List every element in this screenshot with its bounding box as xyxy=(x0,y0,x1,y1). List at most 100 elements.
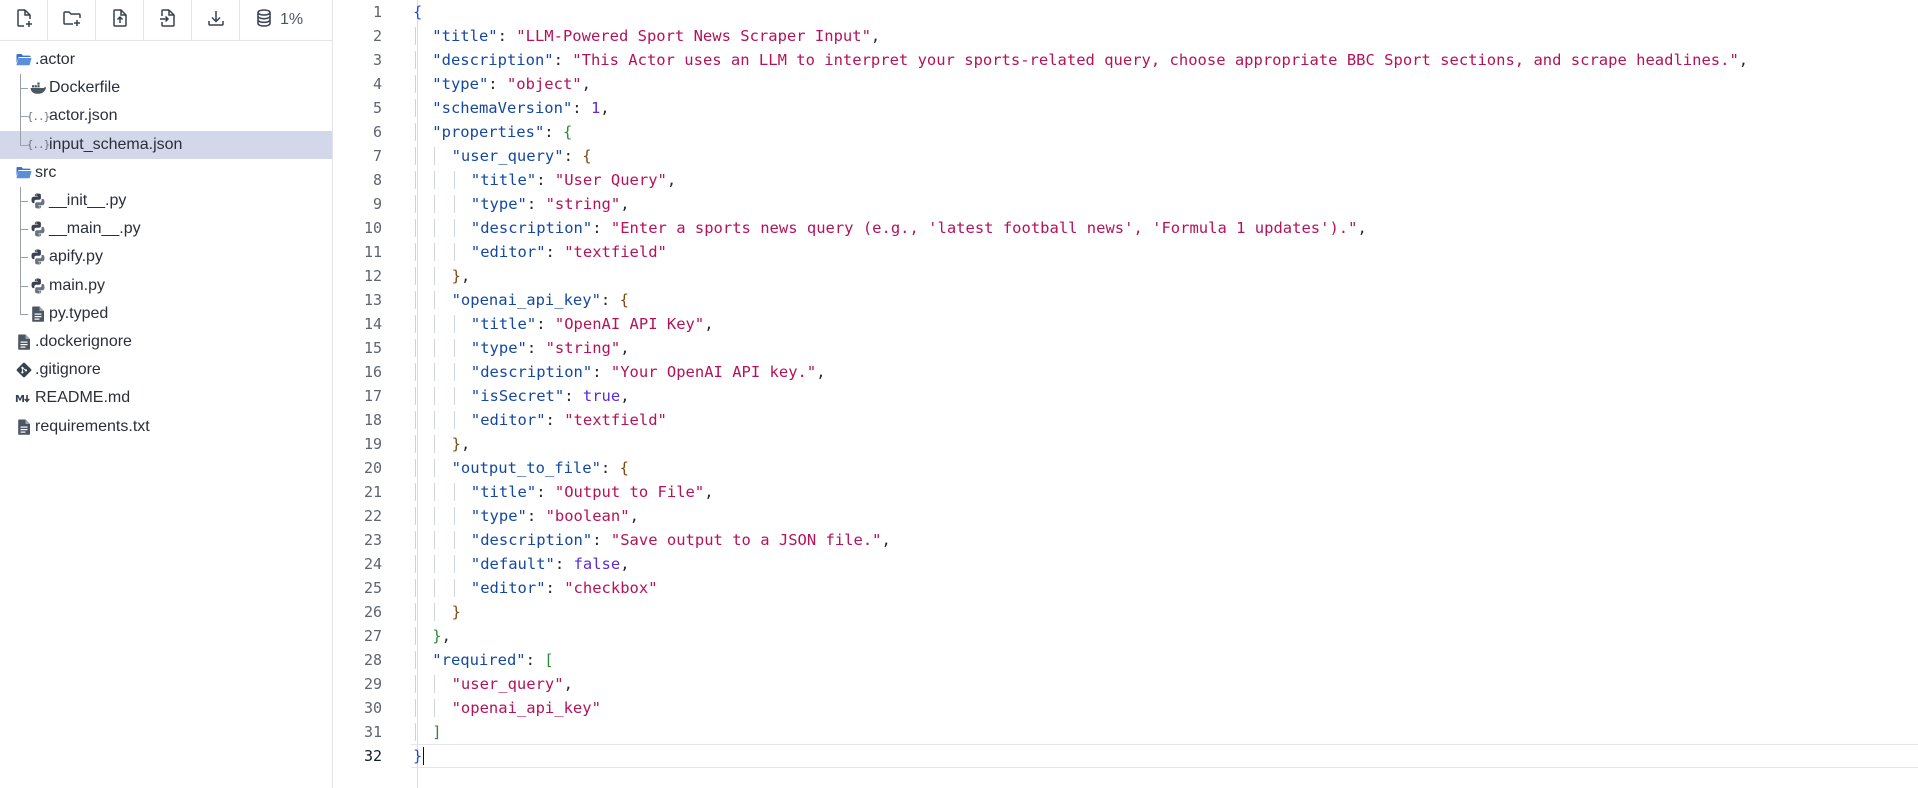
code-token: , xyxy=(704,483,714,501)
indent-guide xyxy=(415,555,416,573)
code-text: }, xyxy=(413,267,470,285)
line-number: 6 xyxy=(372,123,382,141)
code-token: "Save output to a JSON file." xyxy=(610,531,882,549)
code-token: "title" xyxy=(470,315,537,333)
code-token: "output_to_file" xyxy=(451,459,601,477)
indent-guide xyxy=(434,699,436,717)
code-token: : xyxy=(536,315,555,333)
code-text: "isSecret": true, xyxy=(413,387,630,405)
code-text: "editor": "checkbox" xyxy=(413,579,658,597)
tree-item[interactable]: requirements.txt xyxy=(0,412,332,440)
code-editor[interactable]: 1{2 "title": "LLM-Powered Sport News Scra… xyxy=(333,0,1918,788)
code-line: 18 "editor": "textfield" xyxy=(333,408,1918,432)
tree-item[interactable]: apify.py xyxy=(0,243,332,272)
upload-file-button[interactable] xyxy=(96,0,144,40)
line-number: 8 xyxy=(372,171,382,189)
indent-guide xyxy=(453,411,455,429)
line-number: 32 xyxy=(363,747,382,765)
code-line: 25 "editor": "checkbox" xyxy=(333,576,1918,600)
indent-guide xyxy=(434,243,436,261)
line-number: 11 xyxy=(363,243,382,261)
code-text: "description": "Your OpenAI API key.", xyxy=(413,363,826,381)
indent-guide xyxy=(415,51,416,69)
upload-file-icon xyxy=(110,8,130,33)
code-token: : xyxy=(488,75,507,93)
tree-item[interactable]: {..} input_schema.json xyxy=(0,130,332,159)
database-icon xyxy=(254,8,274,33)
code-token: , xyxy=(816,363,826,381)
code-token: "object" xyxy=(506,75,582,93)
indent-guide xyxy=(415,483,416,501)
tree-item[interactable]: src xyxy=(0,159,332,187)
indent-guide xyxy=(415,339,416,357)
docker-icon xyxy=(29,79,47,97)
text-cursor xyxy=(423,747,425,766)
tree-item[interactable]: M README.md xyxy=(0,384,332,412)
json-file-icon: {..} xyxy=(26,109,50,123)
code-text: "title": "OpenAI API Key", xyxy=(413,315,714,333)
tree-item[interactable]: .actor xyxy=(0,46,332,74)
import-file-button[interactable] xyxy=(144,0,192,40)
indent-guide xyxy=(453,195,455,213)
tree-item-label: .actor xyxy=(35,51,76,69)
code-token: } xyxy=(413,746,423,765)
code-line: 22 "type": "boolean", xyxy=(333,504,1918,528)
code-token: , xyxy=(620,555,630,573)
code-text: } xyxy=(413,746,425,766)
code-token: : xyxy=(545,411,565,429)
code-line: 17 "isSecret": true, xyxy=(333,384,1918,408)
code-line: 15 "type": "string", xyxy=(333,336,1918,360)
indent-guide xyxy=(415,723,416,741)
code-text: "required": [ xyxy=(413,651,554,669)
tree-item[interactable]: {..} actor.json xyxy=(0,102,332,131)
code-token: : xyxy=(553,51,573,69)
tree-branch-line xyxy=(20,144,28,146)
code-text: } xyxy=(413,603,461,621)
tree-branch-line xyxy=(20,313,28,315)
code-text: { xyxy=(413,3,422,21)
file-icon xyxy=(15,418,33,436)
code-token: : xyxy=(592,531,611,549)
tree-item[interactable]: py.typed xyxy=(0,299,332,328)
code-token: "description" xyxy=(470,363,593,381)
indent-guide xyxy=(434,507,436,525)
tree-item[interactable]: main.py xyxy=(0,271,332,300)
new-folder-button[interactable] xyxy=(48,0,96,40)
line-number: 20 xyxy=(363,459,382,477)
new-folder-icon xyxy=(62,8,82,33)
tree-item-label: input_schema.json xyxy=(49,135,183,153)
line-number: 19 xyxy=(363,435,382,453)
code-line: 12}, xyxy=(333,264,1918,288)
code-token: } xyxy=(432,627,442,645)
code-token: , xyxy=(441,627,451,645)
tree-item-label: README.md xyxy=(35,389,131,407)
tree-item[interactable]: .gitignore xyxy=(0,356,332,384)
code-token: "editor" xyxy=(470,579,546,597)
download-button[interactable] xyxy=(192,0,240,40)
tree-item[interactable]: __main__.py xyxy=(0,215,332,244)
code-text: "type": "boolean", xyxy=(413,507,639,525)
tree-item[interactable]: .dockerignore xyxy=(0,328,332,356)
code-token: "textfield" xyxy=(564,411,667,429)
indent-guide xyxy=(415,411,416,429)
code-token: : xyxy=(572,99,591,117)
line-number: 13 xyxy=(363,291,382,309)
indent-guide xyxy=(415,675,416,693)
indent-guide xyxy=(415,171,416,189)
indent-guide xyxy=(415,435,416,453)
indent-guide xyxy=(434,435,436,453)
code-token: false xyxy=(573,555,621,573)
code-token: : xyxy=(526,195,546,213)
code-text: "properties": { xyxy=(413,123,572,141)
code-token: : xyxy=(600,291,620,309)
code-line: 5 "schemaVersion": 1, xyxy=(333,96,1918,120)
tree-item[interactable]: Dockerfile xyxy=(0,74,332,103)
code-token: "description" xyxy=(432,51,554,69)
indent-guide xyxy=(434,579,436,597)
indent-guide xyxy=(453,507,455,525)
tree-item[interactable]: __init__.py xyxy=(0,186,332,216)
line-number: 30 xyxy=(363,699,382,717)
new-file-button[interactable] xyxy=(0,0,48,40)
code-token: "checkbox" xyxy=(564,579,658,597)
file-explorer: 1% .actor Dockerfile {..} actor.json {..} inp… xyxy=(0,0,333,788)
